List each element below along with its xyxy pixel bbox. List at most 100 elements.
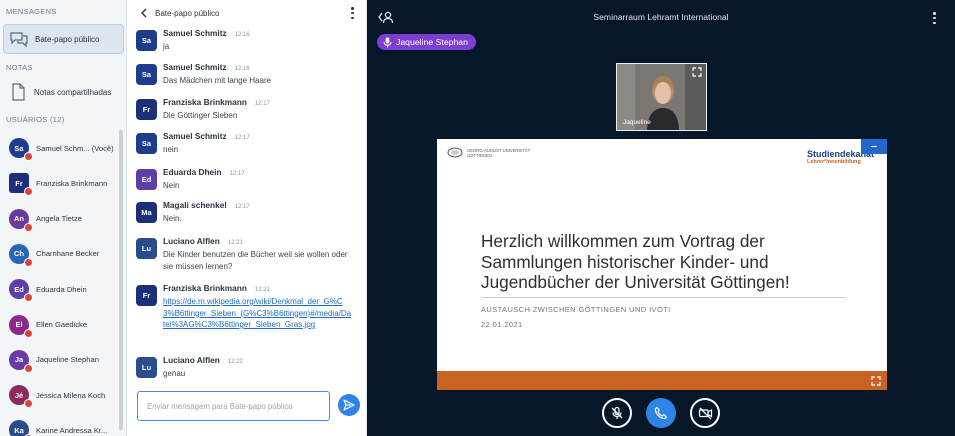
- chat-input-placeholder: Enviar mensagem para Bate-papo público: [147, 402, 293, 411]
- slide-title: Herzlich willkommen zum Vortrag der Samm…: [481, 231, 790, 292]
- user-name: Ellen Gaedicke: [36, 320, 88, 329]
- message-time: 12:17: [234, 204, 250, 210]
- message-sender: Samuel Schmitz 12:16: [163, 62, 250, 72]
- muted-microphone-icon: [611, 406, 623, 419]
- message-sender: Samuel Schmitz 12:16: [163, 28, 250, 38]
- webcam-video[interactable]: Jaqueline: [616, 63, 707, 131]
- share-webcam-button[interactable]: [690, 398, 720, 428]
- muted-status-icon: [24, 152, 33, 161]
- talker-name: Jaqueline Stephan: [396, 37, 468, 47]
- user-name: Karine Andressa Kr...: [36, 425, 108, 435]
- message-text: ja: [163, 42, 170, 51]
- slide-subtitle: AUSTAUSCH ZWISCHEN GÖTTINGEN UND IVOTI: [481, 305, 671, 314]
- phone-icon: [654, 406, 667, 420]
- avatar: Sa: [136, 133, 157, 154]
- fullscreen-icon[interactable]: [692, 67, 702, 77]
- university-seal-icon: [447, 147, 463, 158]
- avatar: Ed: [9, 279, 33, 303]
- user-name: Samuel Schm... (Você): [36, 143, 114, 153]
- chat-message-input[interactable]: Enviar mensagem para Bate-papo público: [137, 391, 330, 421]
- user-list-item[interactable]: Ja Jaqueline Stephan: [4, 343, 122, 377]
- notes-icon: [12, 83, 25, 101]
- send-button[interactable]: [338, 394, 360, 416]
- avatar: Fr: [136, 285, 157, 306]
- message-text: Das Mädchen mit lange Haare: [163, 76, 272, 85]
- message-sender: Franziska Brinkmann 12:21: [163, 283, 270, 293]
- user-name: Charnhane Becker: [36, 249, 100, 259]
- back-chevron-icon[interactable]: [139, 8, 149, 18]
- sender-name: Samuel Schmitz: [163, 28, 227, 38]
- user-list-item[interactable]: Fr Franziska Brinkmann: [4, 166, 122, 200]
- user-name: Franziska Brinkmann: [36, 178, 108, 188]
- message-time: 12:21: [227, 240, 243, 246]
- avatar: Ma: [136, 202, 157, 223]
- message-time: 12:16: [234, 32, 250, 38]
- chat-icon: [10, 32, 28, 48]
- user-list-item[interactable]: Ka Karine Andressa Kr...: [4, 413, 122, 436]
- message-text: nein: [163, 145, 179, 154]
- message-time: 12:17: [254, 101, 270, 107]
- muted-status-icon: [24, 399, 33, 409]
- user-list-item[interactable]: Ed Eduarda Dhein: [4, 272, 122, 306]
- message-text: Die Göttinger Sieben: [163, 111, 238, 120]
- message-time: 12:21: [254, 287, 270, 293]
- avatar: Lu: [136, 357, 157, 378]
- public-chat-label: Bate-papo público: [35, 34, 100, 44]
- avatar: Fr: [9, 173, 33, 197]
- message-sender: Magali schenkel 12:17: [163, 200, 250, 210]
- message-text: Nein.: [163, 214, 182, 223]
- avatar: El: [9, 314, 33, 338]
- talking-indicator: Jaqueline Stephan: [377, 34, 476, 50]
- shared-notes-label: Notas compartilhadas: [34, 87, 112, 97]
- message-sender: Luciano Alflen 12:22: [163, 355, 243, 365]
- message-sender: Eduarda Dhein 12:17: [163, 167, 245, 177]
- message-text: Nein: [163, 181, 180, 190]
- user-name: Jaqueline Stephan: [36, 355, 99, 365]
- user-list-item[interactable]: Jé Jéssica Milena Koch: [4, 378, 122, 412]
- user-list-scrollbar[interactable]: [119, 130, 123, 430]
- user-name: Eduarda Dhein: [36, 284, 87, 294]
- avatar: An: [9, 208, 33, 232]
- dept-subtitle: Lehrer*innenbildung: [807, 159, 861, 165]
- muted-status-icon: [24, 222, 33, 232]
- message-sender: Samuel Schmitz 12:17: [163, 131, 250, 141]
- user-list-item[interactable]: Sa Samuel Schm... (Você): [4, 131, 122, 165]
- messages-header: MENSAGENS: [6, 7, 57, 16]
- user-list-item[interactable]: Ch Charnhane Becker: [4, 237, 122, 271]
- muted-status-icon: [24, 187, 33, 197]
- microphone-icon: [383, 37, 392, 47]
- sidebar: MENSAGENS Bate-papo público NOTAS Notas …: [0, 0, 127, 436]
- avatar: Ka: [9, 420, 33, 436]
- public-chat-nav[interactable]: Bate-papo público: [3, 24, 124, 54]
- message-time: 12:17: [234, 135, 250, 141]
- message-text: genau: [163, 369, 186, 378]
- user-list-item[interactable]: An Angela Tietze: [4, 202, 122, 236]
- avatar: Sa: [136, 64, 157, 85]
- avatar: Sa: [136, 30, 157, 51]
- avatar: Sa: [9, 138, 33, 161]
- sender-name: Samuel Schmitz: [163, 62, 227, 72]
- user-name: Jéssica Milena Koch: [36, 390, 106, 400]
- leave-audio-button[interactable]: [646, 398, 676, 428]
- slide-bottom-bar: [437, 371, 887, 390]
- shared-notes-nav[interactable]: Notas compartilhadas: [3, 77, 124, 107]
- avatar: Ja: [9, 349, 33, 373]
- slide-date: 22.01.2021: [481, 320, 523, 329]
- message-sender: Franziska Brinkmann 12:17: [163, 97, 270, 107]
- sender-name: Luciano Alflen: [163, 236, 220, 246]
- media-controls: [367, 396, 955, 430]
- fullscreen-icon[interactable]: [871, 376, 881, 386]
- more-options-icon[interactable]: [933, 12, 937, 24]
- sender-name: Eduarda Dhein: [163, 167, 222, 177]
- slide-minimize-button[interactable]: [861, 139, 887, 154]
- message-link[interactable]: https://de.m.wikipedia.org/wiki/Denkmal_…: [163, 296, 353, 331]
- webcam-name-label: Jaqueline: [623, 119, 651, 126]
- user-list-item[interactable]: El Ellen Gaedicke: [4, 308, 122, 342]
- university-name: GEORG-AUGUST-UNIVERSITÄT GÖTTINGEN: [467, 147, 531, 158]
- unmute-button[interactable]: [602, 398, 632, 428]
- minimize-icon: [871, 145, 877, 148]
- message-time: 12:22: [227, 359, 243, 365]
- more-options-icon[interactable]: [351, 7, 355, 19]
- message-time: 12:17: [229, 171, 245, 177]
- room-title: Seminarraum Lehramt International: [593, 12, 729, 22]
